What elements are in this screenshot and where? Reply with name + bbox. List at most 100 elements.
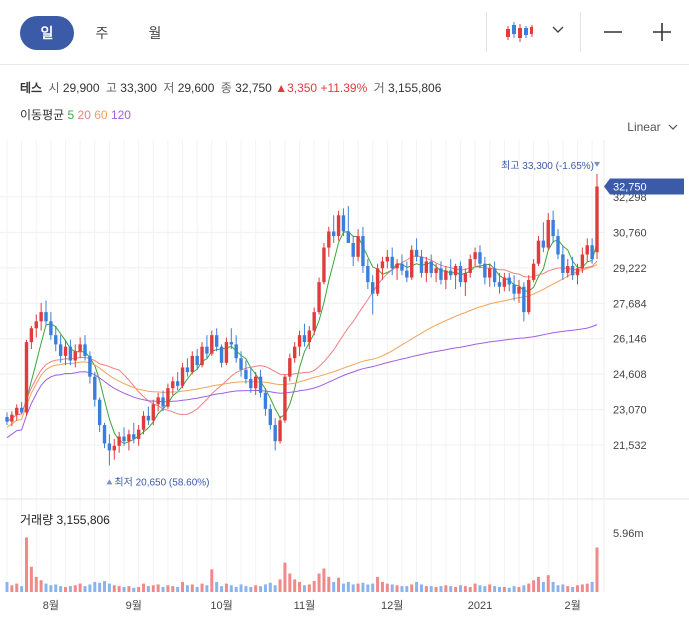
candle-body bbox=[556, 236, 560, 255]
volume-bar bbox=[151, 585, 155, 592]
candle-body bbox=[551, 219, 555, 237]
volume-bar bbox=[307, 584, 311, 592]
volume-bar bbox=[366, 584, 370, 592]
volume-bar bbox=[371, 583, 375, 592]
y-tick-label: 30,760 bbox=[613, 227, 647, 239]
volume-bar bbox=[536, 576, 540, 592]
candle-body bbox=[205, 346, 209, 354]
candle-body bbox=[258, 376, 263, 393]
volume-bar bbox=[249, 586, 253, 592]
candle-body bbox=[522, 286, 526, 313]
volume-bar bbox=[273, 585, 277, 592]
candle-body bbox=[439, 268, 443, 280]
volume-bar bbox=[254, 585, 258, 592]
candle-body bbox=[34, 321, 38, 329]
candle-body bbox=[268, 408, 273, 426]
candle-body bbox=[175, 381, 180, 386]
candle-body bbox=[219, 346, 224, 363]
volume-bar bbox=[288, 573, 292, 592]
candle-body bbox=[400, 263, 404, 271]
candle-body bbox=[249, 378, 253, 389]
volume-bar bbox=[566, 586, 570, 592]
volume-bar bbox=[83, 586, 87, 592]
volume-bar bbox=[415, 581, 419, 592]
candle-body bbox=[136, 429, 141, 439]
volume-bar bbox=[44, 583, 48, 592]
y-tick-label: 29,222 bbox=[613, 263, 647, 275]
candle-body bbox=[185, 367, 190, 373]
volume-bar bbox=[166, 585, 170, 592]
price-chart[interactable]: 32,29830,76029,22227,68426,14624,60823,0… bbox=[0, 0, 689, 624]
current-price-label: 32,750 bbox=[613, 182, 647, 194]
volume-bar bbox=[293, 579, 297, 592]
candle-body bbox=[585, 245, 589, 255]
candle-body bbox=[410, 249, 414, 278]
volume-bar bbox=[210, 569, 214, 592]
volume-bar bbox=[224, 583, 228, 592]
volume-bar bbox=[34, 576, 38, 592]
volume-bar bbox=[205, 585, 209, 592]
volume-bar bbox=[478, 585, 482, 592]
candle-body bbox=[78, 344, 82, 352]
candle-body bbox=[536, 240, 541, 264]
volume-bar bbox=[259, 586, 263, 592]
candle-body bbox=[97, 399, 102, 426]
volume-bar bbox=[356, 583, 360, 592]
candle-body bbox=[595, 186, 599, 253]
candle-body bbox=[234, 344, 238, 359]
volume-bar bbox=[132, 587, 136, 592]
candle-body bbox=[346, 231, 351, 243]
candle-body bbox=[371, 282, 375, 294]
volume-bar bbox=[64, 586, 68, 592]
candle-body bbox=[580, 254, 585, 269]
candle-body bbox=[244, 369, 248, 379]
volume-bar bbox=[298, 581, 302, 592]
volume-bar bbox=[571, 586, 575, 592]
candle-body bbox=[117, 436, 121, 446]
volume-bar bbox=[103, 581, 107, 592]
volume-bar bbox=[185, 585, 189, 592]
ma-60-line bbox=[6, 264, 598, 428]
volume-bar bbox=[327, 576, 331, 592]
candle-body bbox=[312, 312, 316, 331]
candle-body bbox=[541, 240, 546, 248]
volume-bar bbox=[39, 580, 43, 592]
volume-bar bbox=[454, 586, 458, 592]
candle-body bbox=[263, 392, 268, 409]
volume-bar bbox=[137, 586, 141, 592]
candle-body bbox=[171, 381, 175, 389]
candle-body bbox=[24, 342, 29, 413]
volume-bar bbox=[419, 584, 423, 592]
volume-bar bbox=[497, 586, 501, 592]
volume-bar bbox=[580, 584, 584, 592]
volume-bar bbox=[302, 585, 306, 592]
volume-bar bbox=[517, 586, 521, 592]
volume-bar bbox=[127, 586, 131, 592]
volume-bar bbox=[54, 584, 58, 592]
candle-body bbox=[390, 256, 394, 269]
volume-bar bbox=[551, 581, 555, 592]
volume-bar bbox=[15, 583, 19, 592]
volume-bar bbox=[268, 582, 272, 592]
volume-bar bbox=[229, 585, 233, 592]
volume-max-label: 5.96m bbox=[613, 528, 644, 540]
volume-bar bbox=[93, 581, 97, 592]
candle-body bbox=[239, 358, 243, 370]
volume-bar bbox=[20, 586, 24, 592]
volume-bar bbox=[434, 586, 438, 592]
candle-body bbox=[341, 215, 346, 232]
candle-body bbox=[375, 268, 380, 294]
volume-bar bbox=[493, 586, 497, 592]
volume-bar bbox=[405, 586, 409, 592]
candle-body bbox=[93, 376, 97, 400]
candle-body bbox=[458, 266, 463, 283]
volume-bar bbox=[346, 581, 350, 592]
y-tick-label: 21,532 bbox=[613, 440, 647, 452]
candle-body bbox=[122, 436, 126, 442]
x-tick-label: 8월 bbox=[43, 599, 59, 612]
candle-body bbox=[19, 407, 24, 413]
candle-body bbox=[449, 270, 453, 276]
volume-bar bbox=[117, 586, 121, 592]
candle-body bbox=[575, 268, 580, 276]
volume-bar bbox=[49, 585, 53, 592]
